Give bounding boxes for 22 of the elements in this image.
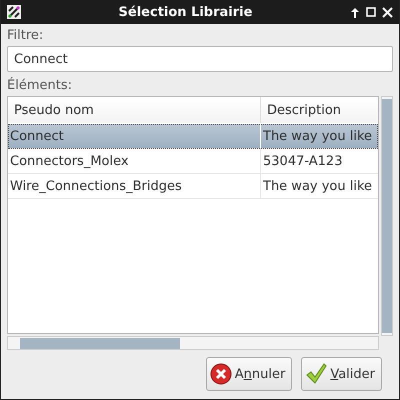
checkmark-icon [305,363,328,385]
filter-label: Filtre: [7,28,44,43]
cancel-button[interactable]: Annuler [206,357,292,391]
elements-label: Éléments: [7,78,72,93]
table-cell: Wire_Connections_Bridges [8,174,261,198]
table-cell: Connect [8,124,261,148]
table-row[interactable]: Connect The way you like [8,124,378,149]
close-icon [210,363,232,385]
maximize-icon[interactable] [366,7,376,17]
ok-button[interactable]: Valider [301,357,382,391]
horizontal-scrollbar[interactable] [7,336,379,350]
table-row[interactable]: Wire_Connections_Bridges The way you like [8,174,378,199]
arrow-up-icon[interactable] [350,6,360,18]
column-header[interactable]: Pseudo nom [8,97,261,123]
table-cell: Connectors_Molex [8,149,261,173]
app-icon [7,5,21,19]
filter-field[interactable]: Connect [7,46,393,72]
vertical-scrollbar[interactable] [381,96,393,336]
window-title: Sélection Librairie [118,4,254,20]
table-row[interactable]: Connectors_Molex 53047-A123 [8,149,378,174]
close-icon[interactable] [382,6,393,18]
table-cell: The way you like [261,124,378,148]
